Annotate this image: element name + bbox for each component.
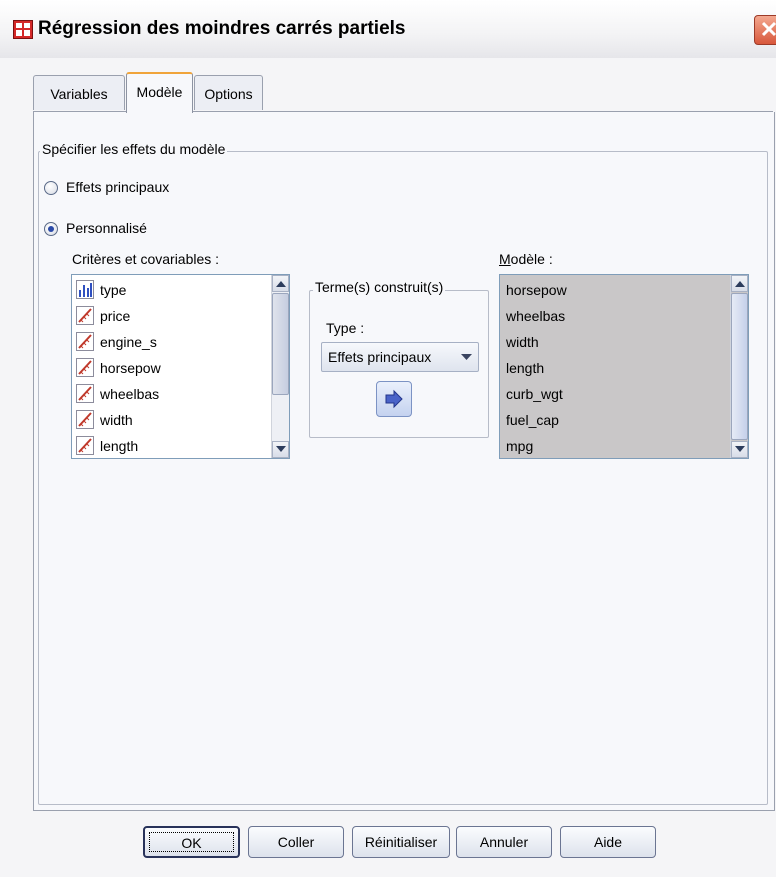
scroll-thumb[interactable] bbox=[272, 293, 289, 395]
model-term: mpg bbox=[506, 438, 534, 454]
up-arrow-icon bbox=[276, 281, 286, 287]
list-item[interactable]: length bbox=[500, 355, 726, 381]
model-listbox[interactable]: horsepow wheelbas width length curb_wgt … bbox=[499, 274, 749, 459]
scroll-down-button[interactable] bbox=[272, 441, 289, 458]
factor-name: length bbox=[100, 438, 139, 454]
close-icon bbox=[761, 21, 776, 37]
tab-options[interactable]: Options bbox=[194, 75, 263, 110]
list-item[interactable]: width bbox=[72, 407, 270, 433]
list-item[interactable]: engine_s bbox=[72, 329, 270, 355]
factors-scrollbar[interactable] bbox=[271, 275, 289, 458]
scroll-up-button[interactable] bbox=[272, 275, 289, 292]
reset-button[interactable]: Réinitialiser bbox=[352, 826, 450, 858]
radio-main-effects-label[interactable]: Effets principaux bbox=[66, 179, 169, 195]
factor-name: price bbox=[100, 308, 131, 324]
tab-strip: Variables Modèle Options bbox=[33, 72, 773, 113]
chevron-down-icon bbox=[461, 354, 472, 360]
type-dropdown[interactable]: Effets principaux bbox=[321, 342, 479, 372]
right-arrow-icon bbox=[385, 389, 403, 409]
down-arrow-icon bbox=[735, 446, 745, 452]
nominal-bars-icon bbox=[76, 280, 94, 299]
list-item[interactable]: wheelbas bbox=[72, 381, 270, 407]
focus-ring bbox=[149, 832, 234, 852]
paste-button-label: Coller bbox=[277, 834, 315, 850]
spss-dialog-icon bbox=[13, 20, 33, 39]
factors-listbox[interactable]: type price engine_s horsepow wheelbas wi… bbox=[71, 274, 290, 459]
type-label: Type : bbox=[326, 320, 365, 336]
factor-name: type bbox=[100, 282, 127, 298]
effects-group-legend: Spécifier les effets du modèle bbox=[40, 141, 228, 157]
list-item[interactable]: horsepow bbox=[500, 277, 726, 303]
list-item[interactable]: width bbox=[500, 329, 726, 355]
radio-main-effects[interactable] bbox=[44, 181, 58, 195]
list-item[interactable]: horsepow bbox=[72, 355, 270, 381]
tab-variables-label: Variables bbox=[50, 86, 108, 102]
scale-ruler-icon bbox=[76, 384, 94, 403]
radio-custom[interactable] bbox=[44, 222, 58, 236]
scale-ruler-icon bbox=[76, 332, 94, 351]
list-item[interactable]: fuel_cap bbox=[500, 407, 726, 433]
tab-modele-label: Modèle bbox=[136, 84, 183, 100]
help-button-label: Aide bbox=[593, 834, 623, 850]
up-arrow-icon bbox=[735, 281, 745, 287]
list-item[interactable]: wheelbas bbox=[500, 303, 726, 329]
window-title: Régression des moindres carrés partiels bbox=[38, 18, 406, 39]
list-item[interactable]: mpg bbox=[500, 433, 726, 458]
model-scrollbar[interactable] bbox=[730, 275, 748, 458]
cancel-button-label: Annuler bbox=[479, 834, 529, 850]
scale-ruler-icon bbox=[76, 410, 94, 429]
model-label: Modèle : bbox=[499, 251, 553, 267]
close-button[interactable] bbox=[754, 15, 776, 45]
scale-ruler-icon bbox=[76, 436, 94, 455]
radio-selected-dot bbox=[48, 226, 54, 232]
move-to-model-button[interactable] bbox=[376, 381, 412, 417]
factor-name: wheelbas bbox=[100, 386, 160, 402]
ok-button[interactable]: OK bbox=[143, 826, 240, 858]
type-dropdown-value: Effets principaux bbox=[328, 349, 432, 365]
model-term: curb_wgt bbox=[506, 386, 563, 402]
factor-name: width bbox=[100, 412, 133, 428]
factor-name: engine_s bbox=[100, 334, 157, 350]
list-item[interactable]: price bbox=[72, 303, 270, 329]
factors-label: Critères et covariables : bbox=[72, 251, 220, 267]
cancel-button[interactable]: Annuler bbox=[456, 826, 552, 858]
tab-variables[interactable]: Variables bbox=[33, 75, 125, 110]
tab-modele[interactable]: Modèle bbox=[126, 72, 193, 113]
effects-group-box bbox=[38, 151, 768, 805]
model-term: length bbox=[506, 360, 545, 376]
model-term: horsepow bbox=[506, 282, 567, 298]
list-item[interactable]: type bbox=[72, 277, 270, 303]
scale-ruler-icon bbox=[76, 306, 94, 325]
scroll-up-button[interactable] bbox=[731, 275, 748, 292]
model-term: wheelbas bbox=[506, 308, 566, 324]
down-arrow-icon bbox=[276, 446, 286, 452]
build-terms-legend: Terme(s) construit(s) bbox=[313, 279, 446, 295]
help-button[interactable]: Aide bbox=[560, 826, 656, 858]
scroll-thumb[interactable] bbox=[731, 293, 748, 440]
tab-options-label: Options bbox=[204, 86, 253, 102]
model-term: fuel_cap bbox=[506, 412, 559, 428]
scroll-down-button[interactable] bbox=[731, 441, 748, 458]
reset-button-label: Réinitialiser bbox=[364, 834, 438, 850]
paste-button[interactable]: Coller bbox=[248, 826, 344, 858]
title-bar: Régression des moindres carrés partiels bbox=[0, 0, 776, 59]
model-term: width bbox=[506, 334, 539, 350]
list-item[interactable]: curb_wgt bbox=[500, 381, 726, 407]
scale-ruler-icon bbox=[76, 358, 94, 377]
list-item[interactable]: length bbox=[72, 433, 270, 458]
radio-custom-label[interactable]: Personnalisé bbox=[66, 220, 147, 236]
factor-name: horsepow bbox=[100, 360, 161, 376]
